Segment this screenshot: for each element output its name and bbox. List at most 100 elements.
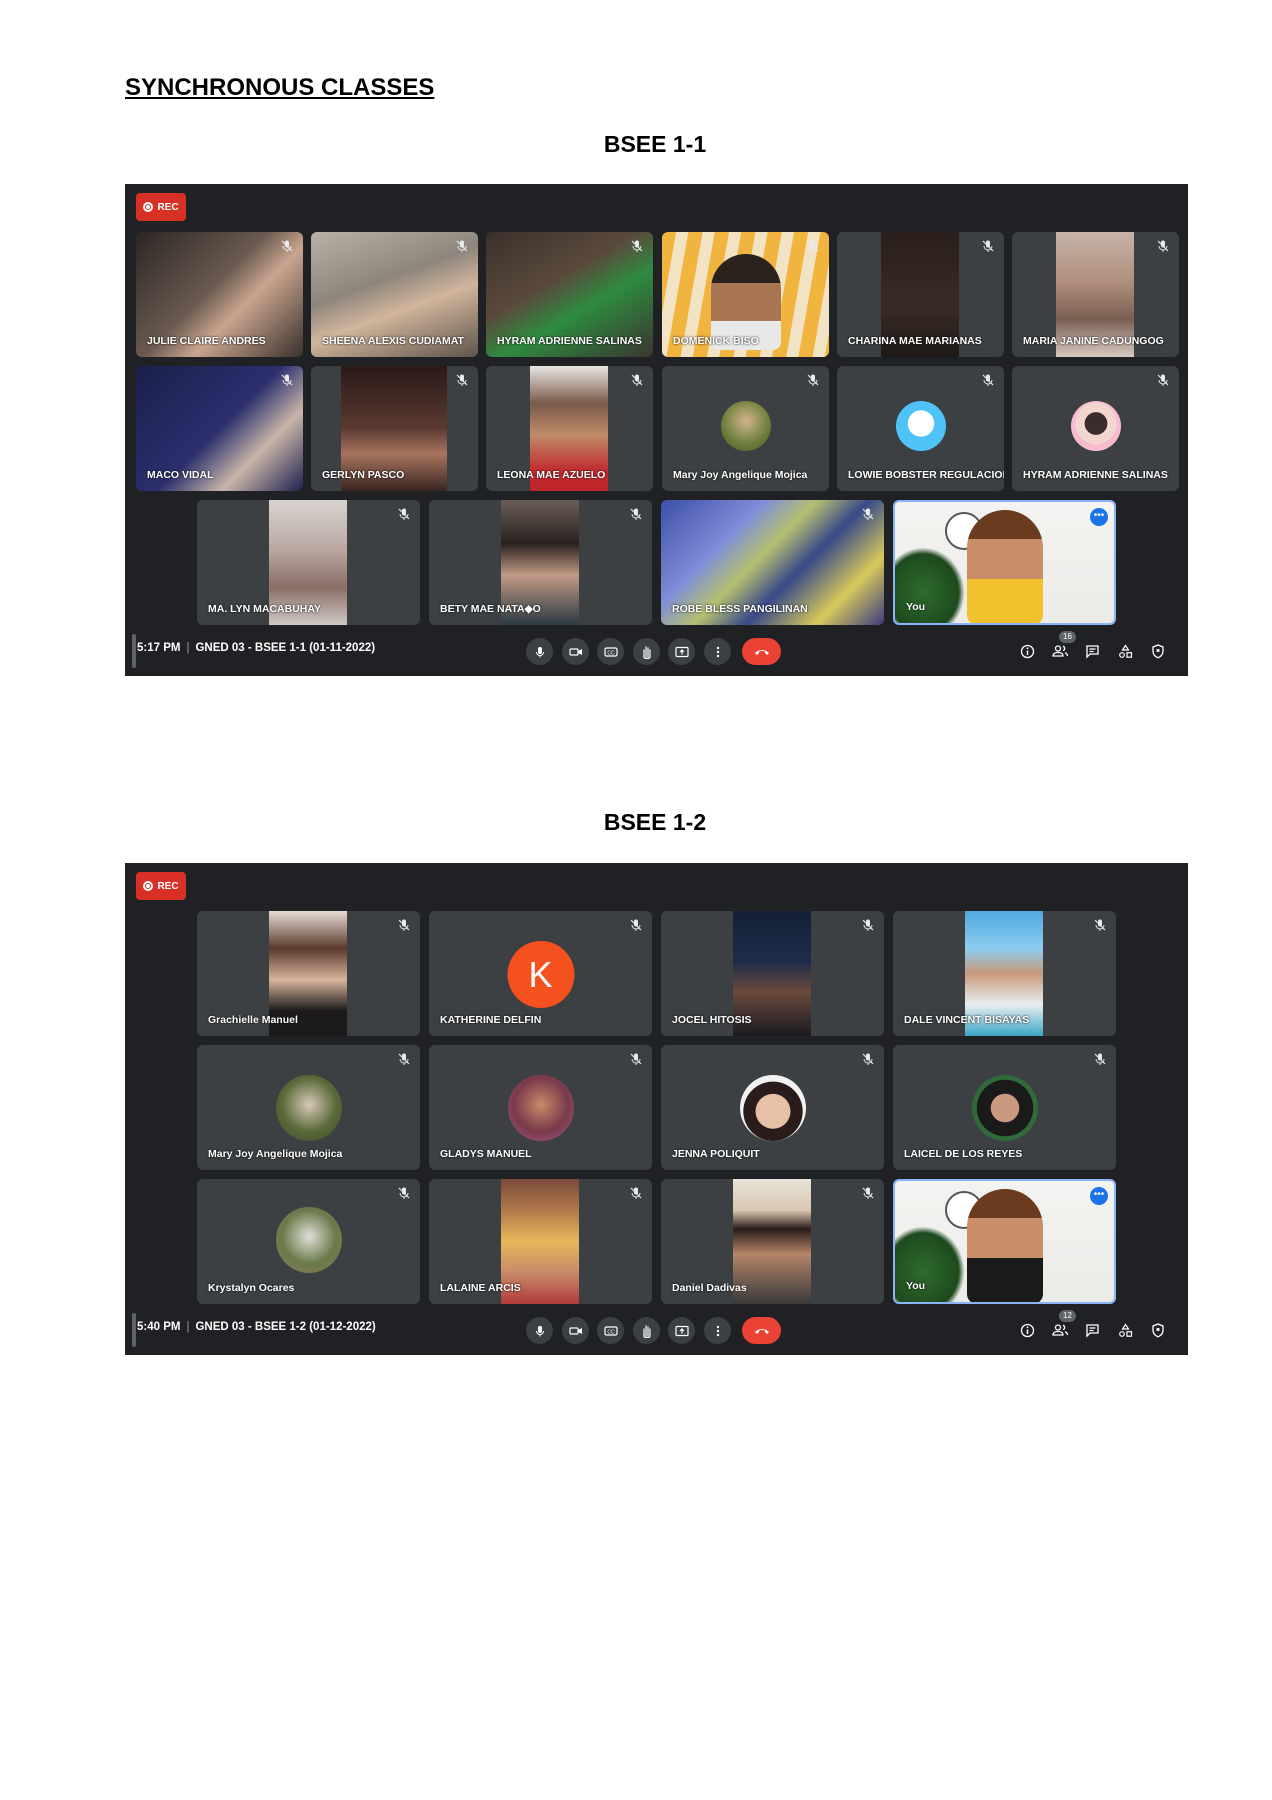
panel-handle[interactable] <box>132 1313 136 1347</box>
meeting-control-bar: 5:17 PM | GNED 03 - BSEE 1-1 (01-11-2022) … <box>125 626 1188 676</box>
end-call-button[interactable] <box>742 1317 781 1344</box>
raise-hand-button[interactable] <box>633 638 660 665</box>
document-title: SYNCHRONOUS CLASSES <box>125 74 435 101</box>
participant-tile[interactable]: DALE VINCENT BISAYAS <box>893 911 1116 1036</box>
mic-off-icon <box>398 1053 410 1065</box>
self-tile[interactable]: ••• You <box>893 1179 1116 1304</box>
participant-tile[interactable]: K KATHERINE DELFIN <box>429 911 652 1036</box>
participant-avatar <box>275 1075 342 1141</box>
svg-text:CC: CC <box>607 650 615 656</box>
panel-handle[interactable] <box>132 634 136 668</box>
participant-tile[interactable]: HYRAM ADRIENNE SALINAS <box>1012 366 1179 491</box>
host-controls-button[interactable] <box>1147 640 1169 662</box>
participant-name: HYRAM ADRIENNE SALINAS <box>497 335 642 347</box>
participant-name: SHEENA ALEXIS CUDIAMAT <box>322 335 464 347</box>
participant-name: JOCEL HITOSIS <box>672 1014 752 1026</box>
captions-button[interactable]: CC <box>597 638 624 665</box>
captions-button[interactable]: CC <box>597 1317 624 1344</box>
participant-tile[interactable]: Krystalyn Ocares <box>197 1179 420 1304</box>
participant-tile[interactable]: LALAINE ARCIS <box>429 1179 652 1304</box>
captions-icon: CC <box>603 646 618 657</box>
mic-button[interactable] <box>526 1317 553 1344</box>
activities-icon <box>1118 1322 1132 1337</box>
participant-tile[interactable]: GLADYS MANUEL <box>429 1045 652 1170</box>
record-icon <box>143 881 154 891</box>
participant-name: Mary Joy Angelique Mojica <box>208 1148 343 1160</box>
participant-tile[interactable]: Mary Joy Angelique Mojica <box>662 366 829 491</box>
participant-avatar <box>895 401 946 451</box>
participant-tile[interactable]: DOMENICK BISO <box>662 232 829 357</box>
host-controls-button[interactable] <box>1147 1319 1169 1341</box>
camera-button[interactable] <box>562 1317 589 1344</box>
meeting-control-bar: 5:40 PM | GNED 03 - BSEE 1-2 (01-12-2022) … <box>125 1305 1188 1355</box>
meeting-time: 5:17 PM <box>137 642 181 654</box>
people-button[interactable]: 12 <box>1049 1310 1076 1341</box>
participant-name: MARIA JANINE CADUNGOG <box>1023 335 1164 347</box>
separator: | <box>186 1321 190 1333</box>
participant-avatar <box>275 1207 342 1273</box>
activities-button[interactable] <box>1114 640 1136 662</box>
participant-tile[interactable]: Mary Joy Angelique Mojica <box>197 1045 420 1170</box>
participant-tile[interactable]: MARIA JANINE CADUNGOG <box>1012 232 1179 357</box>
meeting-details: 5:17 PM | GNED 03 - BSEE 1-1 (01-11-2022) <box>137 642 375 654</box>
participant-tile[interactable]: MACO VIDAL <box>136 366 303 491</box>
participant-tile[interactable]: JOCEL HITOSIS <box>661 911 884 1036</box>
mic-off-icon <box>630 1187 642 1199</box>
svg-text:CC: CC <box>607 1329 615 1335</box>
participant-name: GLADYS MANUEL <box>440 1148 532 1160</box>
host-controls-icon <box>1152 1322 1164 1338</box>
participant-name: BETY MAE NATA◆O <box>440 603 541 615</box>
mic-off-icon <box>398 919 410 931</box>
section-heading: BSEE 1-1 <box>603 131 707 157</box>
participant-tile[interactable]: LAICEL DE LOS REYES <box>893 1045 1116 1170</box>
participant-tile[interactable]: ROBE BLESS PANGILINAN <box>661 500 884 625</box>
more-options-icon[interactable]: ••• <box>1090 508 1108 526</box>
participant-name: Grachielle Manuel <box>208 1014 298 1026</box>
participant-name: JULIE CLAIRE ANDRES <box>147 335 266 347</box>
participant-tile[interactable]: Daniel Dadivas <box>661 1179 884 1304</box>
present-icon <box>674 646 689 657</box>
participant-tile[interactable]: LEONA MAE AZUELO <box>486 366 653 491</box>
participant-tile[interactable]: CHARINA MAE MARIANAS <box>837 232 1004 357</box>
participant-tile[interactable]: HYRAM ADRIENNE SALINAS <box>486 232 653 357</box>
info-button[interactable] <box>1016 640 1038 662</box>
camera-button[interactable] <box>562 638 589 665</box>
mic-off-icon <box>281 240 293 252</box>
participant-tile[interactable]: GERLYN PASCO <box>311 366 478 491</box>
activities-button[interactable] <box>1114 1319 1136 1341</box>
mic-off-icon <box>281 374 293 386</box>
present-button[interactable] <box>668 1317 695 1344</box>
mic-off-icon <box>630 919 642 931</box>
end-call-button[interactable] <box>742 638 781 665</box>
participant-avatar <box>1070 401 1121 451</box>
participant-tile[interactable]: JULIE CLAIRE ANDRES <box>136 232 303 357</box>
more-options-button[interactable] <box>704 638 731 665</box>
meeting-details: 5:40 PM | GNED 03 - BSEE 1-2 (01-12-2022) <box>137 1321 376 1333</box>
chat-button[interactable] <box>1081 1319 1103 1341</box>
more-options-button[interactable] <box>704 1317 731 1344</box>
present-button[interactable] <box>668 638 695 665</box>
raise-hand-icon <box>642 1324 651 1338</box>
participant-tile[interactable]: BETY MAE NATA◆O <box>429 500 652 625</box>
mic-button[interactable] <box>526 638 553 665</box>
raise-hand-button[interactable] <box>633 1317 660 1344</box>
participant-avatar <box>739 1075 806 1141</box>
info-button[interactable] <box>1016 1319 1038 1341</box>
participant-tile[interactable]: SHEENA ALEXIS CUDIAMAT <box>311 232 478 357</box>
participant-tile[interactable]: MA. LYN MACABUHAY <box>197 500 420 625</box>
chat-button[interactable] <box>1081 640 1103 662</box>
participant-tile[interactable]: LOWIE BOBSTER REGULACION <box>837 366 1004 491</box>
mic-off-icon <box>862 1187 874 1199</box>
participant-tile[interactable]: JENNA POLIQUIT <box>661 1045 884 1170</box>
people-button[interactable]: 16 <box>1049 631 1076 662</box>
participant-name: Daniel Dadivas <box>672 1282 747 1294</box>
participant-name: You <box>906 601 926 613</box>
self-tile[interactable]: ••• You <box>893 500 1116 625</box>
participant-name: DALE VINCENT BISAYAS <box>904 1014 1030 1026</box>
people-icon <box>1051 1324 1068 1336</box>
meeting-time: 5:40 PM <box>137 1321 181 1333</box>
more-options-icon[interactable]: ••• <box>1090 1187 1108 1205</box>
participant-tile[interactable]: Grachielle Manuel <box>197 911 420 1036</box>
host-controls-icon <box>1152 643 1164 659</box>
present-icon <box>674 1325 689 1336</box>
